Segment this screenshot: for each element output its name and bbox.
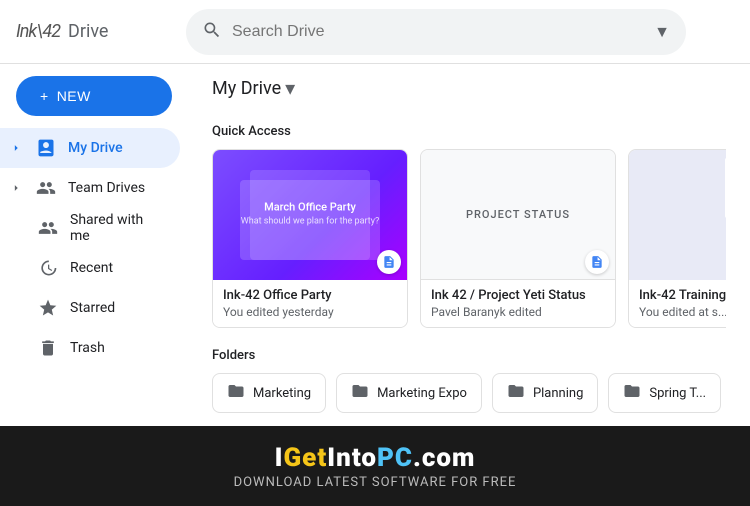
folder-icon-3 — [507, 382, 525, 404]
drive-dropdown-arrow[interactable]: ▾ — [285, 76, 295, 100]
logo-brand: Ink\42 — [16, 21, 60, 42]
folder-marketing-expo[interactable]: Marketing Expo — [336, 373, 482, 413]
starred-icon — [38, 298, 58, 318]
search-input[interactable] — [232, 23, 644, 41]
expand-arrow-team-icon — [8, 180, 24, 196]
qa-card-name-3: Ink-42 Training — [639, 288, 726, 303]
qa-card-office-party[interactable]: March Office PartyWhat should we plan fo… — [212, 149, 408, 328]
sidebar-item-trash[interactable]: Trash — [0, 328, 180, 368]
my-drive-icon — [36, 138, 56, 158]
folder-icon-2 — [351, 382, 369, 404]
logo-area: Ink\42 Drive — [16, 21, 186, 42]
folder-icon-1 — [227, 382, 245, 404]
shared-icon — [38, 218, 58, 238]
qa-card-name-1: Ink-42 Office Party — [223, 288, 397, 303]
training-thumb — [629, 150, 726, 280]
sidebar-item-recent-label: Recent — [70, 260, 113, 276]
qa-card-training[interactable]: Ink-42 Training You edited at s... — [628, 149, 726, 328]
recent-icon — [38, 258, 58, 278]
search-bar[interactable]: ▼ — [186, 9, 686, 55]
folder-spring-label: Spring T... — [649, 386, 706, 401]
qa-card-subtitle-3: You edited at s... — [639, 305, 726, 319]
qa-card-thumb-2: PROJECT STATUS — [421, 150, 615, 280]
watermark-inner: IGetIntoPC.com Download Latest Software … — [234, 443, 517, 490]
logo-product: Drive — [68, 21, 108, 42]
doc-chip-2 — [585, 250, 609, 274]
drive-title: My Drive — [212, 78, 281, 99]
new-button-plus: + — [40, 88, 49, 104]
sidebar-item-shared-label: Shared with me — [70, 212, 164, 244]
new-button-label: NEW — [57, 88, 91, 104]
app-wrapper: Ink\42 Drive ▼ + NEW — [0, 0, 750, 506]
drive-header: My Drive ▾ — [188, 64, 750, 104]
search-dropdown-icon[interactable]: ▼ — [654, 22, 670, 42]
qa-card-thumb-1: March Office PartyWhat should we plan fo… — [213, 150, 407, 280]
doc-chip-1 — [377, 250, 401, 274]
project-status-thumb-text: PROJECT STATUS — [466, 208, 570, 221]
sidebar-item-my-drive[interactable]: My Drive — [0, 128, 180, 168]
sidebar-item-team-drives[interactable]: Team Drives — [0, 168, 180, 208]
folder-icon-4 — [623, 382, 641, 404]
trash-icon — [38, 338, 58, 358]
qa-card-project-yeti[interactable]: PROJECT STATUS Ink 42 / Project Yeti Sta… — [420, 149, 616, 328]
watermark-text-main: IGetIntoPC.com — [234, 443, 517, 473]
watermark-text-sub: Download Latest Software for Free — [234, 475, 517, 490]
quick-access-row: March Office PartyWhat should we plan fo… — [212, 149, 726, 328]
search-icon — [202, 20, 222, 44]
folders-label: Folders — [212, 348, 726, 363]
office-party-thumb-text: March Office PartyWhat should we plan fo… — [241, 201, 379, 227]
folder-planning-label: Planning — [533, 386, 583, 401]
expand-arrow-icon — [8, 140, 24, 156]
sidebar-item-starred-label: Starred — [70, 300, 115, 316]
qa-card-info-3: Ink-42 Training You edited at s... — [629, 280, 726, 327]
sidebar-item-shared[interactable]: Shared with me — [0, 208, 180, 248]
sidebar-item-my-drive-label: My Drive — [68, 140, 123, 156]
qa-card-subtitle-1: You edited yesterday — [223, 305, 397, 319]
qa-card-name-2: Ink 42 / Project Yeti Status — [431, 288, 605, 303]
watermark-yellow: Get — [283, 443, 327, 473]
folders-row: Marketing Marketing Expo Planning — [212, 373, 726, 413]
team-drives-icon — [36, 178, 56, 198]
qa-card-subtitle-2: Pavel Baranyk edited — [431, 305, 605, 319]
header: Ink\42 Drive ▼ — [0, 0, 750, 64]
sidebar-item-team-drives-label: Team Drives — [68, 180, 145, 196]
new-button[interactable]: + NEW — [16, 76, 172, 116]
qa-card-info-2: Ink 42 / Project Yeti Status Pavel Baran… — [421, 280, 615, 327]
sidebar-item-starred[interactable]: Starred — [0, 288, 180, 328]
watermark-blue: PC — [377, 443, 413, 473]
folder-marketing-label: Marketing — [253, 386, 311, 401]
folder-marketing[interactable]: Marketing — [212, 373, 326, 413]
qa-card-thumb-3 — [629, 150, 726, 280]
quick-access-label: Quick Access — [212, 124, 726, 139]
qa-card-info-1: Ink-42 Office Party You edited yesterday — [213, 280, 407, 327]
folder-spring[interactable]: Spring T... — [608, 373, 721, 413]
sidebar-item-recent[interactable]: Recent — [0, 248, 180, 288]
folder-marketing-expo-label: Marketing Expo — [377, 386, 467, 401]
folder-planning[interactable]: Planning — [492, 373, 598, 413]
sidebar-item-trash-label: Trash — [70, 340, 105, 356]
watermark-banner: IGetIntoPC.com Download Latest Software … — [0, 426, 750, 506]
